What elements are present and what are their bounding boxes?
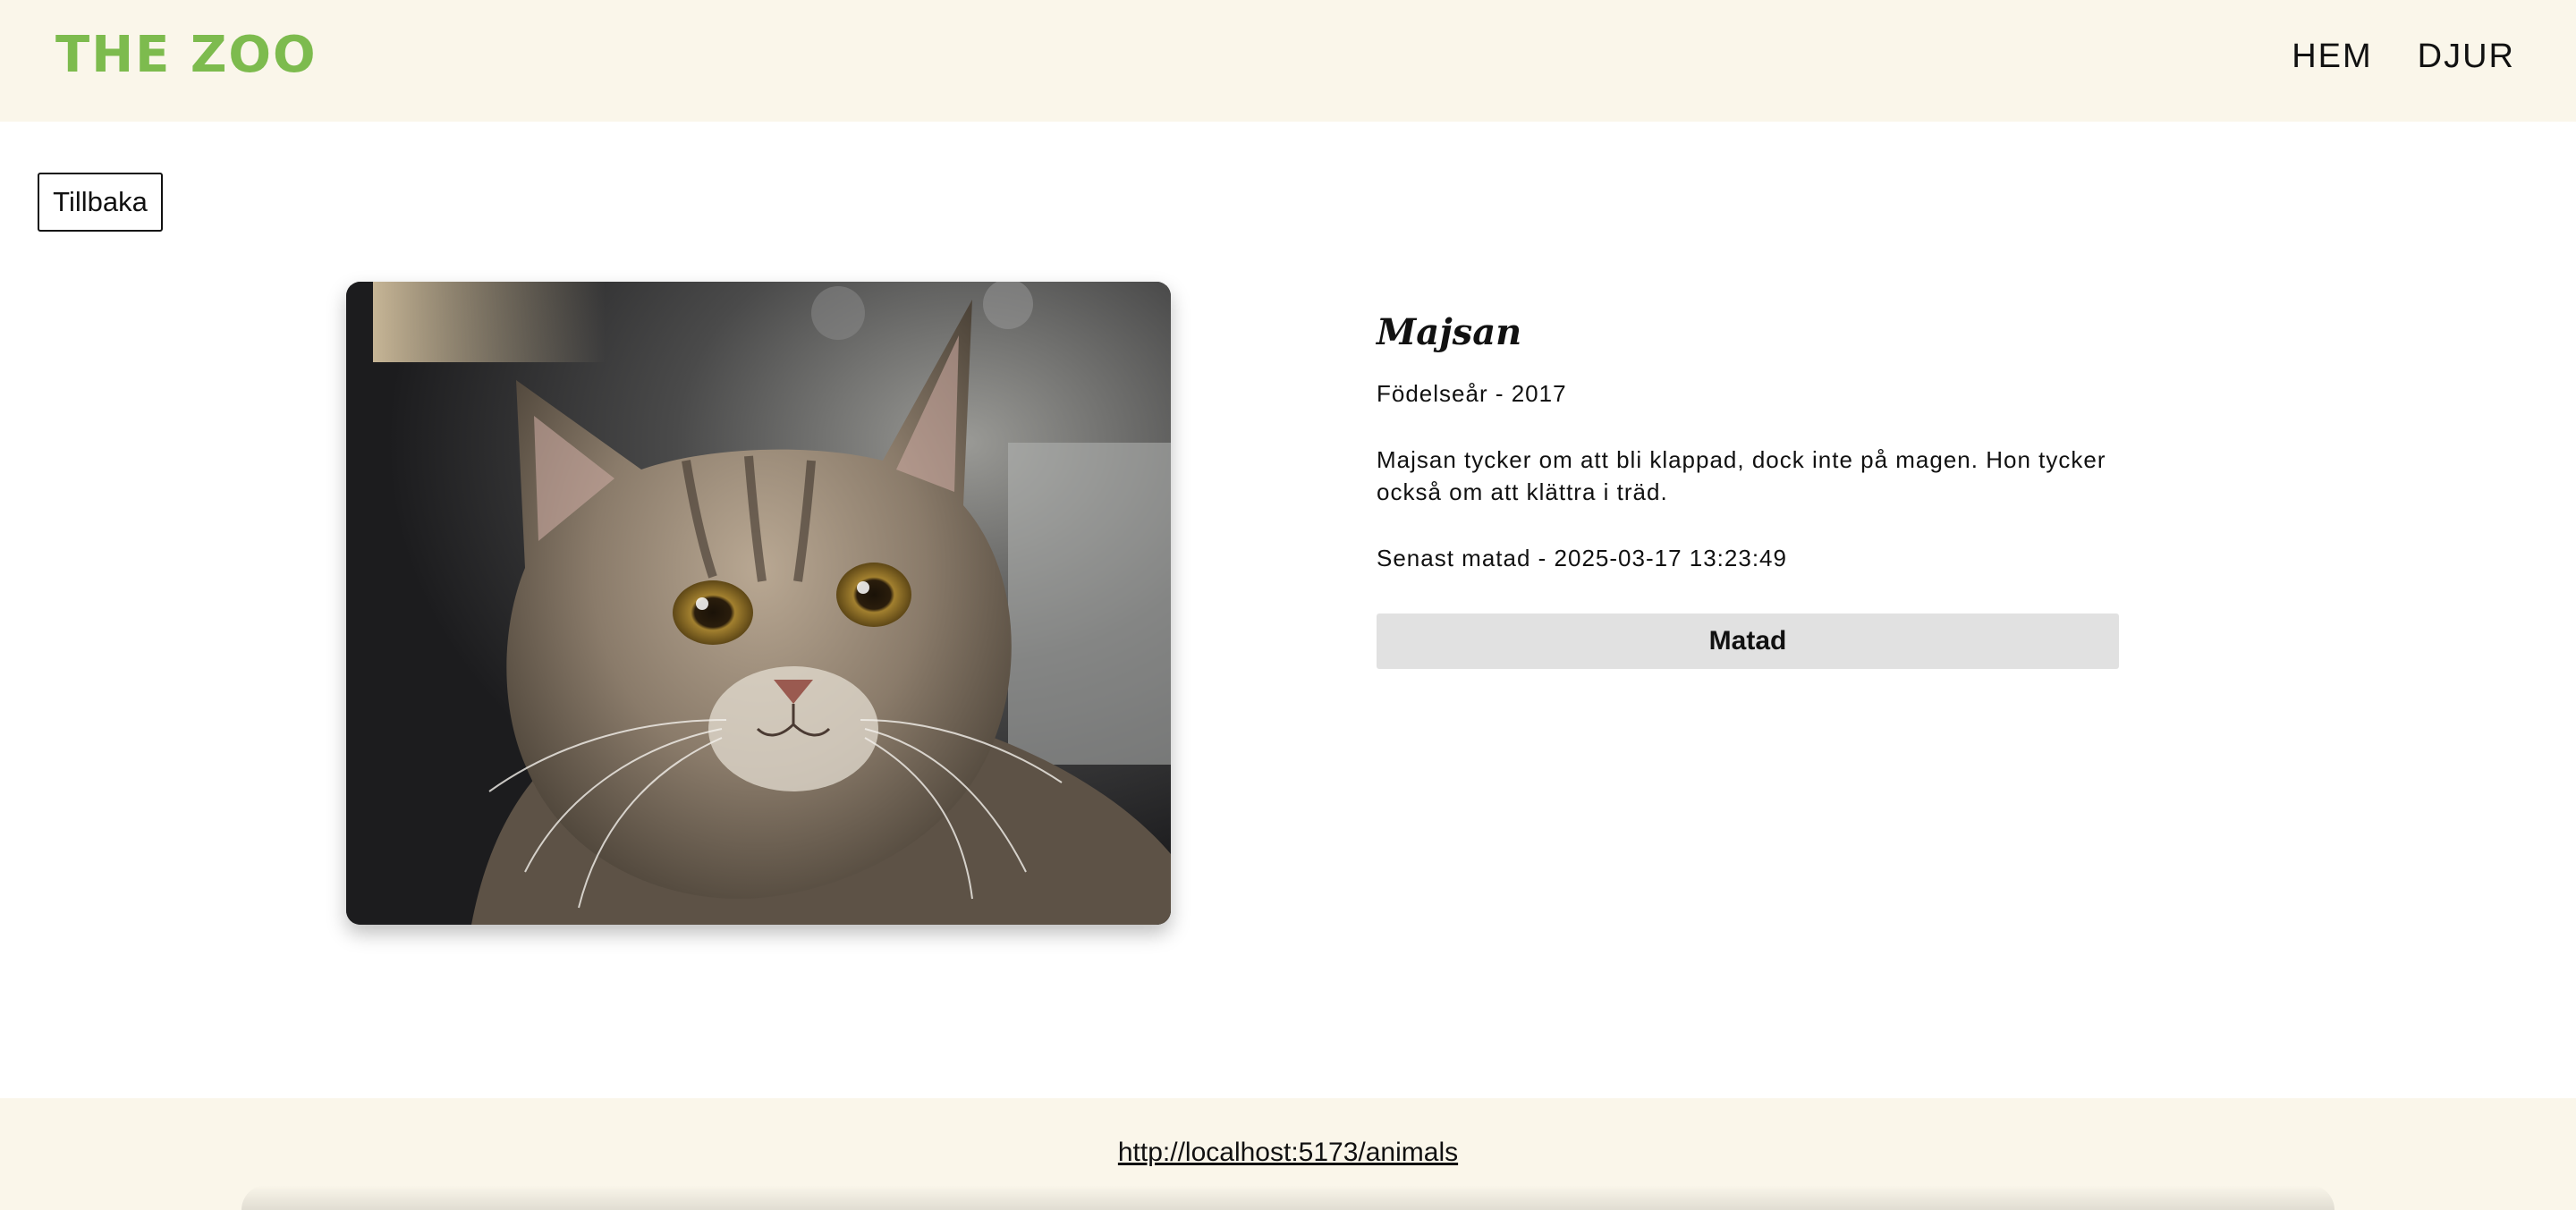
nav-link-hem[interactable]: HEM [2292,34,2372,79]
footer-shadow [242,1185,2334,1210]
animal-info: Majsan Födelseår - 2017 Majsan tycker om… [1377,304,2146,669]
last-fed-time: Senast matad - 2025-03-17 13:23:49 [1377,545,1787,571]
site-logo[interactable]: THE ZOO [55,27,318,84]
animal-image [346,282,1171,925]
site-header: THE ZOO HEM DJUR [0,0,2576,122]
animal-description: Majsan tycker om att bli klappad, dock i… [1377,446,2106,505]
animal-name: Majsan [1377,311,1522,353]
footer-url-link[interactable]: http://localhost:5173/animals [0,1138,2576,1168]
back-button[interactable]: Tillbaka [38,173,163,232]
cat-photo-illustration [346,282,1171,925]
nav-link-djur[interactable]: DJUR [2418,34,2515,79]
birth-year: Födelseår - 2017 [1377,380,1567,407]
main-nav: HEM DJUR [2292,34,2515,79]
fed-button[interactable]: Matad [1377,613,2119,669]
